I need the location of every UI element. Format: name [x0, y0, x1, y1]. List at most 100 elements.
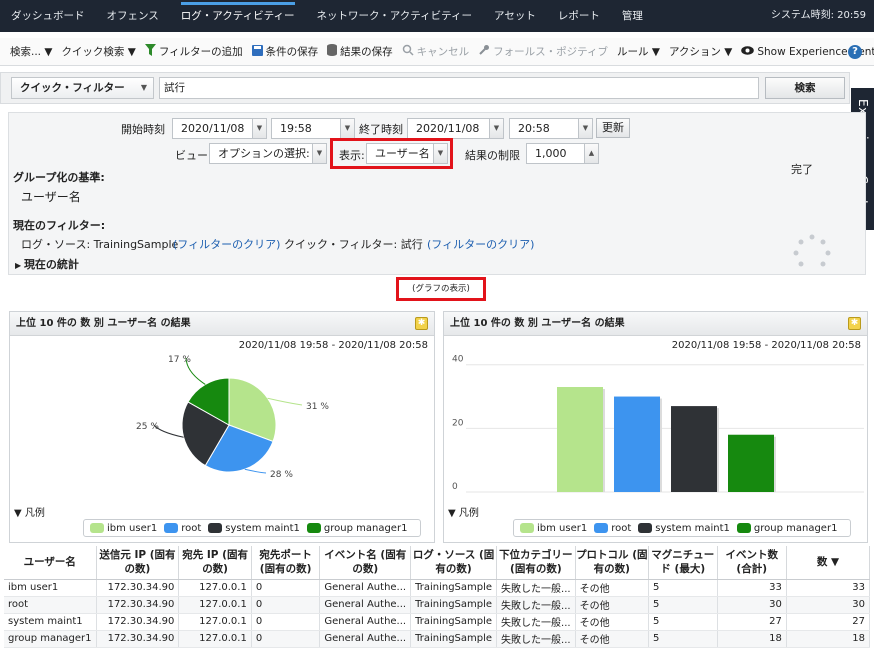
- end-time-field[interactable]: 20:58 ▼: [509, 118, 593, 139]
- bar-chart-title: 上位 10 件の 数 別 ユーザー名 の結果: [444, 312, 867, 336]
- help-icon[interactable]: ?: [848, 45, 862, 59]
- display-select[interactable]: ユーザー名 ▼: [366, 143, 448, 164]
- column-header[interactable]: イベント名 (固有の数): [319, 546, 412, 580]
- column-header[interactable]: ログ・ソース (固有の数): [410, 546, 498, 580]
- settings-icon[interactable]: ✱: [415, 317, 428, 330]
- current-stats-toggle[interactable]: ▶ 現在の統計: [15, 256, 79, 272]
- save-criteria-button[interactable]: 条件の保存: [251, 44, 318, 59]
- rules-menu[interactable]: ルール ▼: [617, 44, 660, 59]
- table-cell: 27: [786, 613, 871, 631]
- results-table: ユーザー名 送信元 IP (固有の数) 宛先 IP (固有の数) 宛先ポート (固有の…: [4, 546, 871, 648]
- quick-filter-input[interactable]: 試行: [159, 77, 759, 99]
- show-graph-button[interactable]: (グラフの表示): [396, 277, 486, 301]
- update-button[interactable]: 更新: [596, 118, 630, 138]
- pie-leader-line: [244, 468, 267, 474]
- table-cell: 172.30.34.90: [96, 596, 180, 614]
- bar-legend-title[interactable]: ▼ 凡例: [448, 504, 479, 519]
- status-text: 完了: [791, 163, 813, 176]
- actions-menu[interactable]: アクション ▼: [669, 44, 732, 59]
- legend-item[interactable]: system maint1: [208, 523, 300, 534]
- table-cell: その他: [575, 596, 650, 614]
- view-label: ビュー:: [175, 149, 212, 162]
- top-nav: ダッシュボード オフェンス ログ・アクティビティー ネットワーク・アクティビティ…: [0, 0, 874, 32]
- nav-log-activity[interactable]: ログ・アクティビティー: [170, 0, 306, 32]
- add-filter-button[interactable]: フィルターの追加: [144, 44, 243, 59]
- column-header[interactable]: プロトコル (固有の数): [575, 546, 650, 580]
- quick-filter-bar: クイック・フィルター ▼ 試行 検索: [0, 72, 850, 104]
- search-menu[interactable]: 検索... ▼: [10, 44, 52, 59]
- nav-admin[interactable]: 管理: [611, 0, 654, 32]
- legend-label: group manager1: [753, 522, 838, 534]
- search-button[interactable]: 検索: [765, 77, 845, 99]
- table-row[interactable]: system maint1 172.30.34.90 127.0.0.1 0 Gener…: [4, 613, 871, 631]
- table-cell: 172.30.34.90: [96, 630, 180, 648]
- column-header[interactable]: 下位カテゴリー (固有の数): [496, 546, 576, 580]
- table-cell: root: [4, 596, 97, 614]
- legend-item[interactable]: ibm user1: [90, 523, 157, 534]
- magnifier-cancel-icon: [402, 44, 414, 59]
- filter-log-source: ログ・ソース: TrainingSample: [21, 238, 179, 251]
- start-time-field[interactable]: 19:58 ▼: [271, 118, 355, 139]
- table-cell: TrainingSample: [410, 613, 498, 631]
- column-header[interactable]: 送信元 IP (固有の数): [96, 546, 180, 580]
- table-row[interactable]: group manager1 172.30.34.90 127.0.0.1 0 Gene…: [4, 630, 871, 648]
- quick-search-menu[interactable]: クイック検索 ▼: [61, 44, 135, 59]
- legend-label: root: [181, 522, 202, 534]
- nav-dashboard[interactable]: ダッシュボード: [0, 0, 96, 32]
- filter-quick-filter: クイック・フィルター: 試行: [284, 238, 423, 251]
- column-header[interactable]: 宛先 IP (固有の数): [178, 546, 252, 580]
- save-results-button[interactable]: 結果の保存: [327, 44, 393, 59]
- pie-legend-title[interactable]: ▼ 凡例: [14, 504, 45, 519]
- bar-chart-range: 2020/11/08 19:58 - 2020/11/08 20:58: [671, 340, 861, 351]
- table-cell: 失敗した一般...: [496, 579, 576, 597]
- table-cell: General Authe...: [319, 630, 412, 648]
- nav-offenses[interactable]: オフェンス: [96, 0, 170, 32]
- pie-data-label: 25 %: [136, 422, 159, 432]
- table-header-row: ユーザー名 送信元 IP (固有の数) 宛先 IP (固有の数) 宛先ポート (固有の…: [4, 546, 871, 580]
- table-cell: 失敗した一般...: [496, 613, 576, 631]
- table-cell: ibm user1: [4, 579, 97, 597]
- legend-item[interactable]: root: [164, 523, 201, 534]
- bar-y-tick-label: 20: [452, 418, 464, 428]
- clear-filter-link-2[interactable]: (フィルターのクリア): [427, 236, 534, 252]
- view-select[interactable]: オプションの選択: ▼: [209, 143, 327, 164]
- table-cell: その他: [575, 630, 650, 648]
- settings-icon[interactable]: ✱: [848, 317, 861, 330]
- legend-item[interactable]: system maint1: [638, 523, 730, 534]
- nav-network-activity[interactable]: ネットワーク・アクティビティー: [306, 0, 484, 32]
- clear-filter-link-1[interactable]: (フィルターのクリア): [173, 236, 280, 252]
- table-cell: 0: [251, 613, 321, 631]
- nav-assets[interactable]: アセット: [483, 0, 547, 32]
- legend-item[interactable]: group manager1: [736, 522, 838, 534]
- table-cell: 0: [251, 579, 321, 597]
- chevron-down-icon: ▼: [578, 119, 592, 138]
- nav-reports[interactable]: レポート: [547, 0, 611, 32]
- column-header[interactable]: マグニチュード (最大): [648, 546, 718, 580]
- table-row[interactable]: ibm user1 172.30.34.90 127.0.0.1 0 General A…: [4, 579, 871, 597]
- column-header[interactable]: 数 ▼: [786, 546, 871, 580]
- legend-item[interactable]: root: [594, 523, 631, 534]
- result-limit-stepper[interactable]: 1,000 ▲: [526, 143, 599, 164]
- table-row[interactable]: root 172.30.34.90 127.0.0.1 0 General Authe.…: [4, 596, 871, 614]
- table-cell: 5: [648, 579, 718, 597]
- end-date-field[interactable]: 2020/11/08 ▼: [407, 118, 504, 139]
- table-cell: General Authe...: [319, 613, 412, 631]
- legend-item[interactable]: ibm user1: [520, 523, 587, 534]
- table-cell: 33: [717, 579, 787, 597]
- column-header[interactable]: イベント数 (合計): [717, 546, 787, 580]
- quick-filter-select[interactable]: クイック・フィルター ▼: [11, 77, 154, 99]
- column-header[interactable]: ユーザー名: [4, 546, 97, 580]
- cancel-button[interactable]: キャンセル: [402, 44, 469, 59]
- table-cell: 127.0.0.1: [178, 579, 252, 597]
- group-by-title: グループ化の基準:: [13, 171, 105, 184]
- bar: [557, 387, 603, 492]
- legend-item[interactable]: group manager1: [306, 523, 407, 534]
- table-cell: その他: [575, 579, 650, 597]
- false-positive-button[interactable]: フォールス・ポジティブ: [478, 44, 608, 59]
- column-header[interactable]: 宛先ポート (固有の数): [251, 546, 321, 580]
- chevron-down-icon: ▼: [340, 119, 354, 138]
- start-date-field[interactable]: 2020/11/08 ▼: [172, 118, 267, 139]
- pie-chart-panel: 上位 10 件の 数 別 ユーザー名 の結果 ✱ 2020/11/08 19:5…: [9, 311, 435, 543]
- funnel-icon: [144, 44, 156, 59]
- pie-chart-title: 上位 10 件の 数 別 ユーザー名 の結果: [10, 312, 434, 336]
